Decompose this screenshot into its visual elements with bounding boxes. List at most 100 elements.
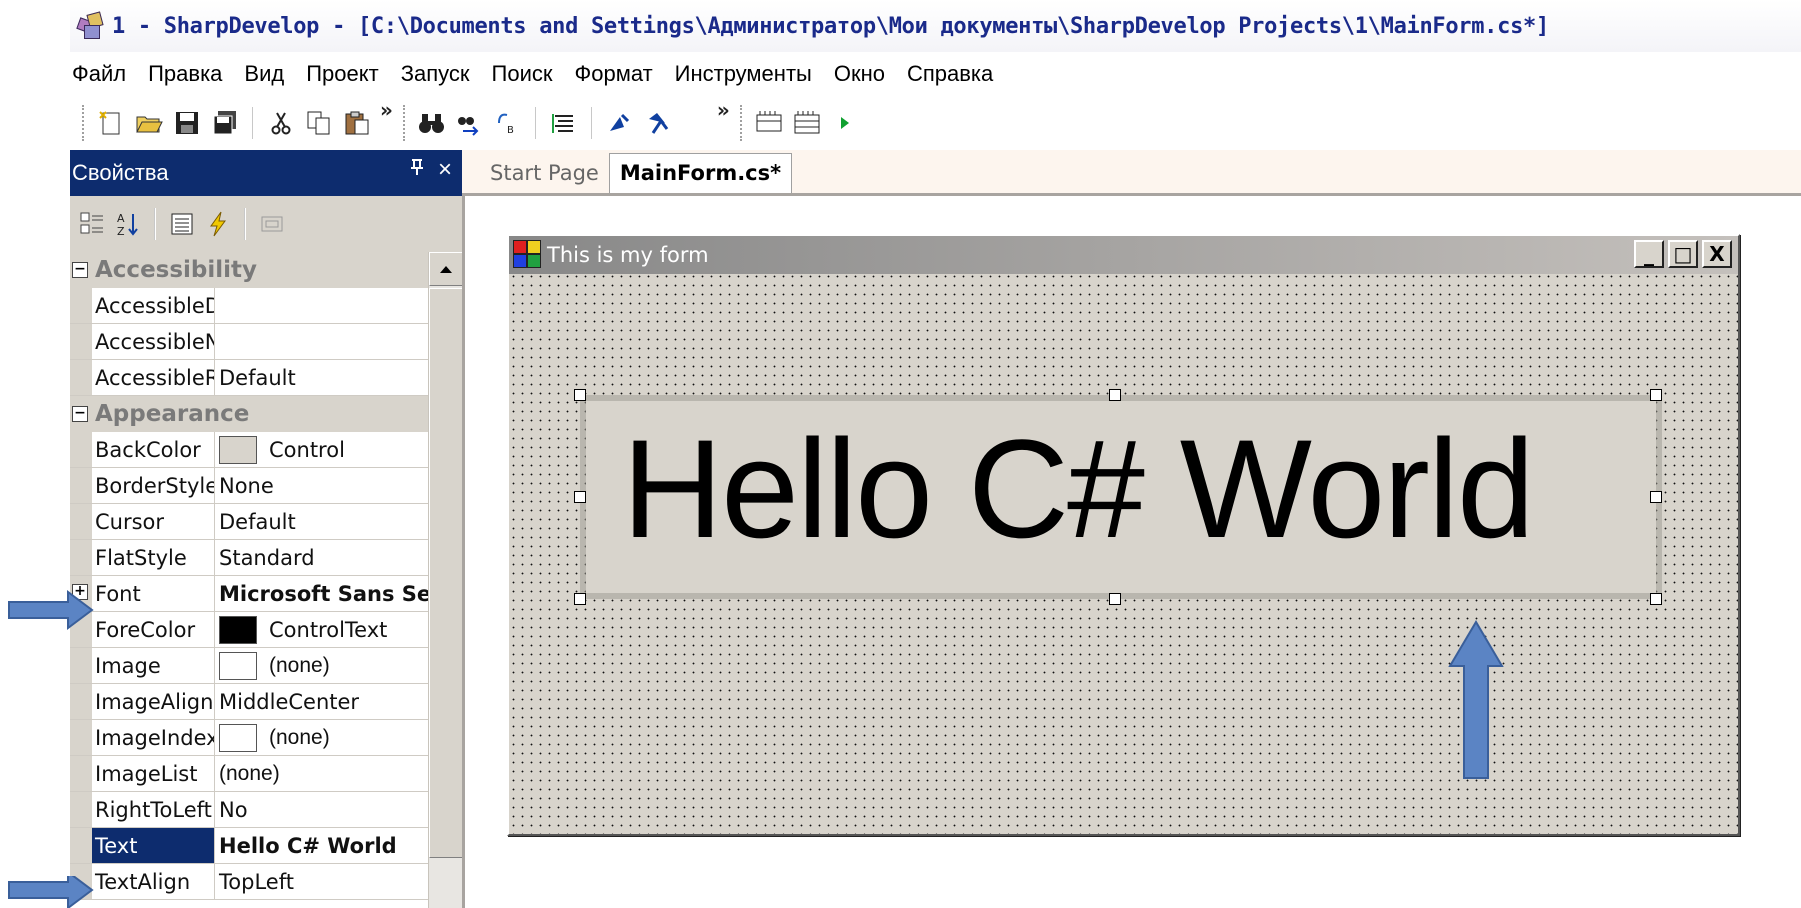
- category-appearance[interactable]: − Appearance: [70, 396, 462, 432]
- property-row[interactable]: ImageList (none): [70, 756, 462, 792]
- resize-handle-se[interactable]: [1650, 593, 1662, 605]
- menu-window[interactable]: Окно: [823, 61, 896, 87]
- property-name: Image: [92, 648, 215, 683]
- resize-handle-n[interactable]: [1109, 389, 1121, 401]
- property-value[interactable]: Control: [215, 432, 462, 467]
- property-value[interactable]: MiddleCenter: [215, 684, 462, 719]
- save-all-icon[interactable]: [209, 107, 241, 139]
- collapse-icon[interactable]: −: [72, 406, 88, 422]
- tab-start-page[interactable]: Start Page: [480, 161, 609, 193]
- menu-help[interactable]: Справка: [896, 61, 1004, 87]
- close-button[interactable]: X: [1702, 240, 1732, 268]
- properties-view-icon[interactable]: [167, 209, 197, 239]
- property-value[interactable]: Default: [215, 360, 462, 395]
- build-icon[interactable]: [753, 107, 785, 139]
- menu-edit[interactable]: Правка: [137, 61, 233, 87]
- property-row-imageindex[interactable]: ImageIndex (none): [70, 720, 462, 756]
- property-row[interactable]: AccessibleD: [70, 288, 462, 324]
- paste-icon[interactable]: [341, 107, 373, 139]
- resize-handle-sw[interactable]: [574, 593, 586, 605]
- resize-handle-w[interactable]: [574, 491, 586, 503]
- toolbar-separator: [252, 107, 254, 139]
- property-row[interactable]: BorderStyle None: [70, 468, 462, 504]
- property-row[interactable]: RightToLeft No: [70, 792, 462, 828]
- tab-mainform[interactable]: MainForm.cs*: [608, 153, 793, 193]
- replace-icon[interactable]: B: [492, 107, 524, 139]
- property-row-textalign[interactable]: TextAlign TopLeft: [70, 864, 462, 900]
- menu-project[interactable]: Проект: [295, 61, 389, 87]
- toolbar-grip[interactable]: [402, 105, 407, 141]
- categorized-icon[interactable]: [77, 209, 107, 239]
- find-binoculars-icon[interactable]: [416, 107, 448, 139]
- resize-handle-e[interactable]: [1650, 491, 1662, 503]
- cut-icon[interactable]: [265, 107, 297, 139]
- menu-format[interactable]: Формат: [564, 61, 664, 87]
- property-row[interactable]: AccessibleN: [70, 324, 462, 360]
- property-grid-scrollbar[interactable]: [428, 252, 463, 908]
- hello-label-control[interactable]: Hello C# World: [580, 395, 1662, 599]
- color-swatch: [219, 615, 257, 644]
- property-value[interactable]: (none): [215, 756, 462, 791]
- save-icon[interactable]: [171, 107, 203, 139]
- designer-form[interactable]: This is my form _ □ X Hello C# World: [507, 234, 1740, 836]
- scrollbar-thumb[interactable]: [429, 288, 463, 858]
- property-row[interactable]: ImageAlign MiddleCenter: [70, 684, 462, 720]
- property-row[interactable]: FlatStyle Standard: [70, 540, 462, 576]
- property-row-image[interactable]: Image (none): [70, 648, 462, 684]
- bookmark-next-icon[interactable]: [642, 107, 674, 139]
- property-value[interactable]: [215, 324, 462, 359]
- bookmark-toggle-icon[interactable]: [604, 107, 636, 139]
- run-icon[interactable]: [829, 107, 861, 139]
- property-value[interactable]: ControlText: [215, 612, 462, 647]
- menu-tools[interactable]: Инструменты: [664, 61, 823, 87]
- property-row-text[interactable]: Text Hello C# World: [70, 828, 462, 864]
- property-value[interactable]: None: [215, 468, 462, 503]
- menu-view[interactable]: Вид: [233, 61, 295, 87]
- sharpdevelop-app-icon[interactable]: [76, 11, 106, 41]
- property-value[interactable]: [215, 288, 462, 323]
- property-value[interactable]: TopLeft: [215, 864, 462, 899]
- menu-run[interactable]: Запуск: [390, 61, 481, 87]
- property-row-backcolor[interactable]: BackColor Control: [70, 432, 462, 468]
- resize-handle-ne[interactable]: [1650, 389, 1662, 401]
- toolbar-grip[interactable]: [739, 105, 744, 141]
- property-row-forecolor[interactable]: ForeColor ControlText: [70, 612, 462, 648]
- maximize-button[interactable]: □: [1668, 240, 1698, 268]
- copy-icon[interactable]: [303, 107, 335, 139]
- property-value[interactable]: No: [215, 792, 462, 827]
- close-pad-icon[interactable]: ×: [438, 156, 452, 184]
- toolbar-overflow-icon[interactable]: »: [717, 98, 730, 122]
- property-value[interactable]: Hello C# World: [215, 828, 462, 863]
- form-title-bar[interactable]: This is my form _ □ X: [509, 236, 1738, 274]
- menu-file[interactable]: Файл: [70, 61, 137, 87]
- scroll-up-arrow-icon[interactable]: [429, 252, 463, 286]
- events-lightning-icon[interactable]: [203, 209, 233, 239]
- property-value[interactable]: Standard: [215, 540, 462, 575]
- toolbar-grip[interactable]: [82, 105, 86, 141]
- toolbar-overflow-icon[interactable]: »: [380, 98, 393, 122]
- category-accessibility[interactable]: − Accessibility: [70, 252, 462, 288]
- annotation-arrow-label: [1448, 620, 1504, 779]
- property-value[interactable]: (none): [215, 648, 462, 683]
- alphabetical-sort-icon[interactable]: AZ: [113, 209, 143, 239]
- property-value[interactable]: Microsoft Sans Serif: [215, 576, 462, 611]
- resize-handle-s[interactable]: [1109, 593, 1121, 605]
- format-lines-icon[interactable]: [548, 107, 580, 139]
- property-value[interactable]: Default: [215, 504, 462, 539]
- minimize-button[interactable]: _: [1634, 240, 1664, 268]
- property-row[interactable]: AccessibleR Default: [70, 360, 462, 396]
- property-name: TextAlign: [92, 864, 215, 899]
- property-value[interactable]: (none): [215, 720, 462, 755]
- property-row[interactable]: Cursor Default: [70, 504, 462, 540]
- pin-icon[interactable]: [410, 158, 424, 182]
- menu-search[interactable]: Поиск: [481, 61, 564, 87]
- property-name: ImageIndex: [92, 720, 215, 755]
- collapse-icon[interactable]: −: [72, 262, 88, 278]
- open-folder-icon[interactable]: [133, 107, 165, 139]
- new-file-icon[interactable]: [95, 107, 127, 139]
- property-row-font[interactable]: + Font Microsoft Sans Serif: [70, 576, 462, 612]
- resize-handle-nw[interactable]: [574, 389, 586, 401]
- rebuild-icon[interactable]: [791, 107, 823, 139]
- property-pages-icon[interactable]: [257, 209, 287, 239]
- find-next-icon[interactable]: [454, 107, 486, 139]
